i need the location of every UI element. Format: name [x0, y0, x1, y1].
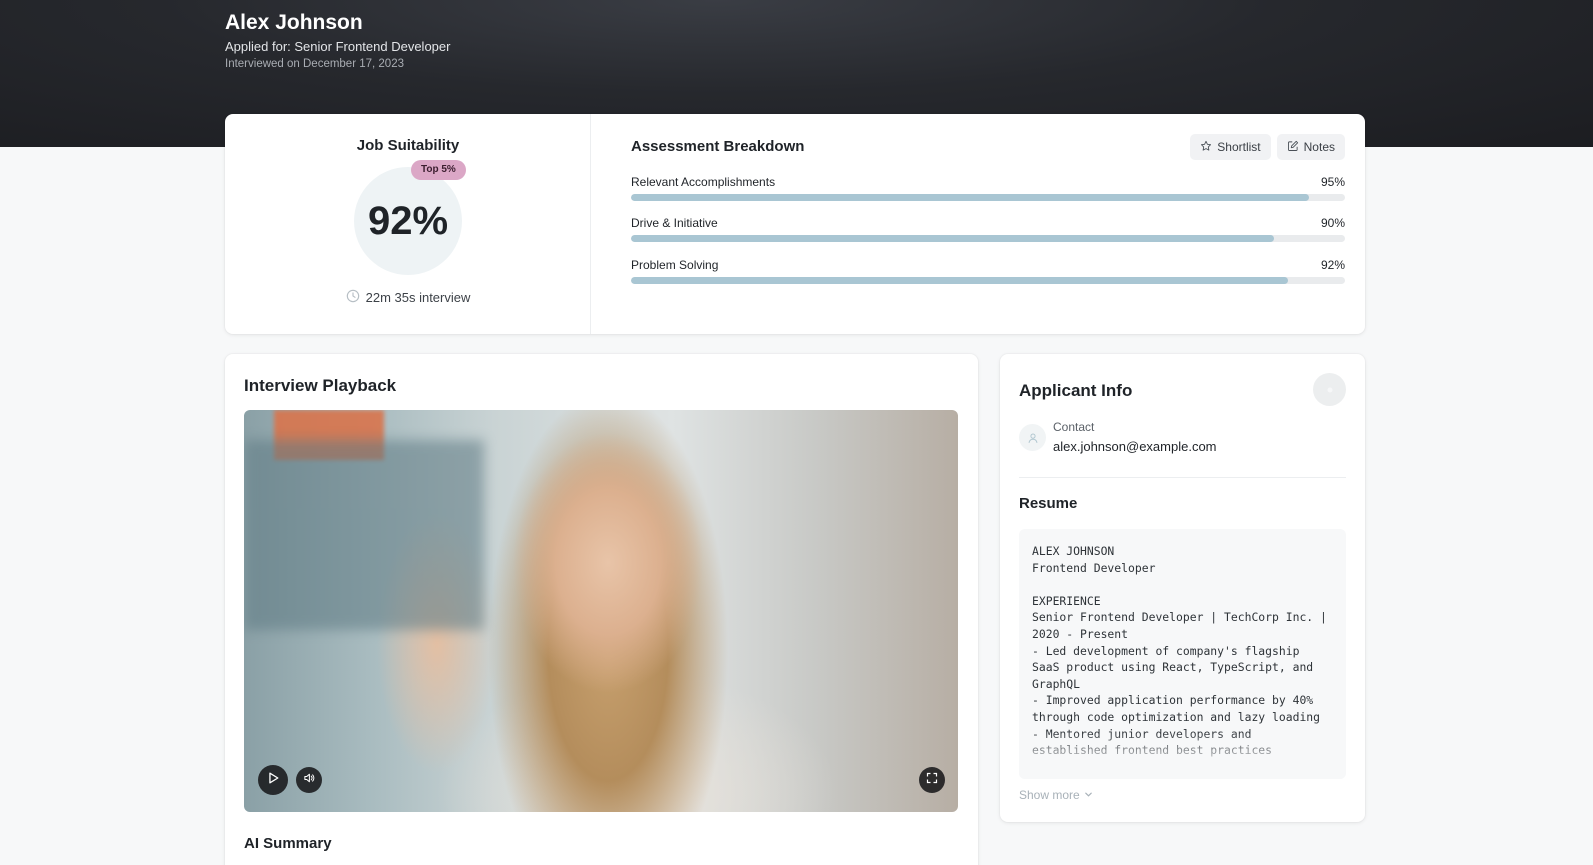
notes-button[interactable]: Notes — [1276, 134, 1345, 160]
show-more-label: Show more — [1019, 788, 1080, 802]
clock-icon — [346, 289, 360, 306]
fullscreen-icon — [926, 771, 938, 789]
metric-fill — [631, 194, 1310, 201]
interview-video[interactable] — [244, 410, 958, 812]
metric-fill — [631, 277, 1288, 284]
action-buttons: Shortlist Notes — [1190, 134, 1345, 160]
metric-fill — [631, 235, 1274, 242]
playback-title: Interview Playback — [244, 376, 397, 395]
resume-text: ALEX JOHNSON Frontend Developer EXPERIEN… — [1032, 544, 1327, 757]
top-percentile-badge: Top 5% — [411, 160, 466, 180]
volume-icon — [303, 771, 315, 789]
applicant-info-card: Applicant Info Contact alex.johnson@exam… — [1000, 354, 1365, 822]
metric-label: Drive & Initiative — [631, 216, 718, 230]
metric-track — [631, 235, 1345, 242]
edit-icon — [1287, 140, 1299, 155]
breakdown-title: Assessment Breakdown — [631, 138, 805, 155]
assessment-breakdown: Assessment Breakdown Shortlist Notes Rel… — [631, 114, 1345, 334]
suitability-score: 92% — [367, 198, 449, 243]
resume-box: ALEX JOHNSON Frontend Developer EXPERIEN… — [1019, 529, 1346, 779]
play-button[interactable] — [258, 765, 288, 795]
interview-date: Interviewed on December 17, 2023 — [225, 58, 404, 70]
user-icon — [1019, 424, 1046, 451]
playback-card: Interview Playback AI Summary — [225, 354, 978, 865]
score-circle: 92% — [354, 167, 462, 275]
score-card: Job Suitability 92% Top 5% 22m 35s inter… — [225, 114, 1365, 334]
resume-fade — [1019, 731, 1346, 779]
metric-value: 90% — [1320, 216, 1345, 230]
play-icon — [266, 771, 280, 790]
contact-email[interactable]: alex.johnson@example.com — [1053, 439, 1217, 454]
resume-title: Resume — [1019, 495, 1078, 512]
metric-value: 92% — [1320, 258, 1345, 272]
metric-track — [631, 277, 1345, 284]
candidate-name: Alex Johnson — [225, 11, 363, 34]
metric-value: 95% — [1320, 175, 1345, 189]
suitability-title: Job Suitability — [356, 137, 460, 154]
suitability-panel: Job Suitability 92% Top 5% 22m 35s inter… — [225, 114, 591, 334]
interview-duration: 22m 35s interview — [225, 289, 591, 306]
shortlist-button[interactable]: Shortlist — [1190, 134, 1271, 160]
chevron-down-icon — [1084, 788, 1093, 802]
notes-label: Notes — [1303, 140, 1335, 154]
avatar[interactable] — [1313, 373, 1346, 406]
fullscreen-button[interactable] — [919, 767, 945, 793]
volume-button[interactable] — [296, 767, 322, 793]
metric-label: Relevant Accomplishments — [631, 175, 776, 189]
star-icon — [1200, 140, 1212, 155]
duration-text: 22m 35s interview — [365, 290, 471, 305]
applicant-info-title: Applicant Info — [1019, 381, 1133, 400]
show-more-button[interactable]: Show more — [1019, 788, 1093, 802]
ai-summary-title: AI Summary — [244, 835, 332, 852]
metric-label: Problem Solving — [631, 258, 719, 272]
applied-position: Applied for: Senior Frontend Developer — [225, 39, 451, 54]
metric-track — [631, 194, 1345, 201]
divider — [1019, 477, 1346, 478]
shortlist-label: Shortlist — [1217, 140, 1261, 154]
contact-label: Contact — [1053, 420, 1095, 434]
video-background-shape — [244, 440, 484, 630]
